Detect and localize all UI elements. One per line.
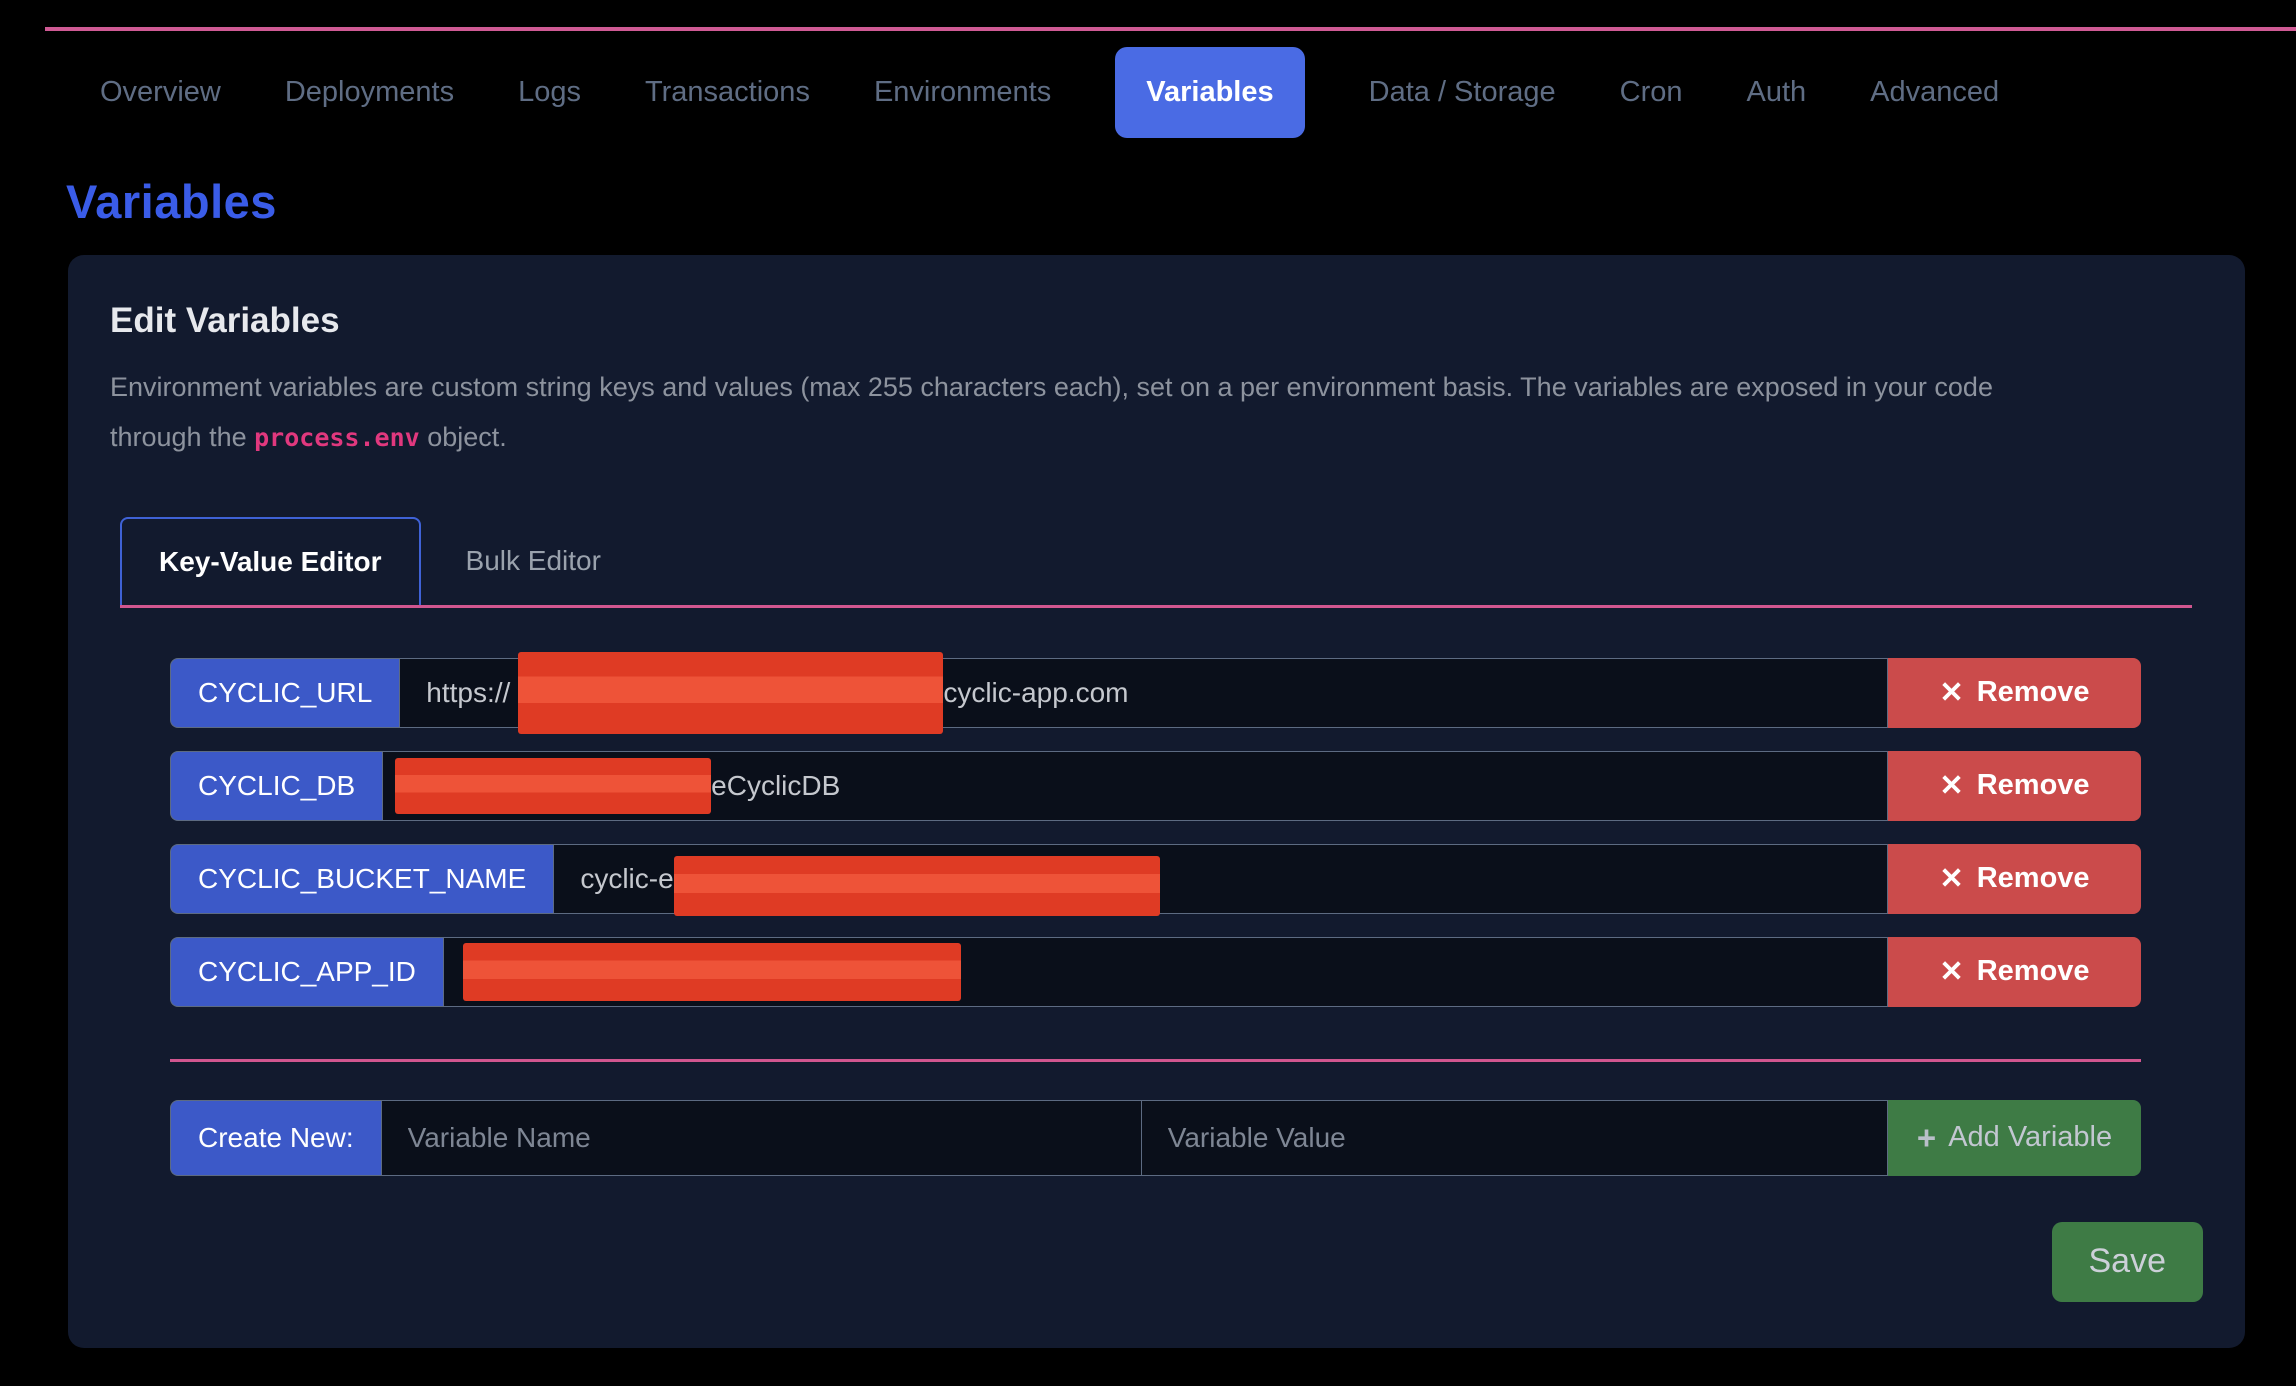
nav-item-deployments[interactable]: Deployments (285, 76, 454, 109)
x-icon: ✕ (1939, 954, 1963, 989)
redaction-box (518, 652, 943, 734)
nav-item-cron[interactable]: Cron (1620, 76, 1683, 109)
nav-item-logs[interactable]: Logs (518, 76, 581, 109)
variable-rows: CYCLIC_URL https:// cyclic-app.com ✕ Rem… (170, 658, 2141, 1007)
table-row: CYCLIC_URL https:// cyclic-app.com ✕ Rem… (170, 658, 2141, 728)
card-heading: Edit Variables (110, 301, 2203, 341)
section-divider (170, 1059, 2141, 1062)
variable-key-label: CYCLIC_DB (170, 751, 382, 821)
variable-name-input[interactable] (381, 1100, 1142, 1176)
variable-value-input[interactable] (1141, 1100, 1888, 1176)
variable-key-label: CYCLIC_APP_ID (170, 937, 443, 1007)
remove-button[interactable]: ✕ Remove (1888, 844, 2141, 914)
remove-button-label: Remove (1977, 769, 2090, 802)
remove-button-label: Remove (1977, 862, 2090, 895)
remove-button[interactable]: ✕ Remove (1888, 751, 2141, 821)
create-new-row: Create New: + Add Variable (170, 1100, 2141, 1176)
editor-tabs: Key-Value Editor Bulk Editor (120, 517, 2192, 608)
nav-item-advanced[interactable]: Advanced (1870, 76, 1999, 109)
save-row: Save (110, 1222, 2203, 1302)
x-icon: ✕ (1939, 675, 1963, 710)
create-new-label: Create New: (170, 1100, 381, 1176)
nav-item-transactions[interactable]: Transactions (645, 76, 810, 109)
page-title: Variables (66, 174, 2296, 229)
variable-value-field[interactable] (443, 937, 1888, 1007)
table-row: CYCLIC_BUCKET_NAME cyclic-e ✕ Remove (170, 844, 2141, 914)
add-variable-button[interactable]: + Add Variable (1888, 1100, 2141, 1176)
app-nav: Overview Deployments Logs Transactions E… (100, 44, 2296, 140)
table-row: CYCLIC_DB eCyclicDB ✕ Remove (170, 751, 2141, 821)
tab-bulk-editor[interactable]: Bulk Editor (421, 517, 646, 605)
x-icon: ✕ (1939, 861, 1963, 896)
tab-key-value-editor[interactable]: Key-Value Editor (120, 517, 421, 605)
process-env-code: process.env (254, 423, 420, 452)
nav-item-environments[interactable]: Environments (874, 76, 1051, 109)
variable-key-label: CYCLIC_BUCKET_NAME (170, 844, 553, 914)
value-text-suffix: eCyclicDB (711, 770, 840, 802)
value-text-prefix: cyclic-e (580, 863, 673, 895)
redaction-box (463, 943, 961, 1001)
x-icon: ✕ (1939, 768, 1963, 803)
variable-value-field[interactable]: cyclic-e (553, 844, 1888, 914)
table-row: CYCLIC_APP_ID ✕ Remove (170, 937, 2141, 1007)
card-description: Environment variables are custom string … (110, 363, 2075, 463)
nav-item-variables[interactable]: Variables (1115, 47, 1304, 138)
save-button[interactable]: Save (2052, 1222, 2204, 1302)
plus-icon: + (1917, 1119, 1936, 1157)
nav-item-overview[interactable]: Overview (100, 76, 221, 109)
nav-item-auth[interactable]: Auth (1746, 76, 1806, 109)
variable-key-label: CYCLIC_URL (170, 658, 399, 728)
remove-button-label: Remove (1977, 676, 2090, 709)
nav-item-data-storage[interactable]: Data / Storage (1369, 76, 1556, 109)
redaction-box (674, 856, 1160, 916)
top-accent-line (45, 27, 2296, 31)
edit-variables-card: Edit Variables Environment variables are… (68, 255, 2245, 1348)
remove-button-label: Remove (1977, 955, 2090, 988)
value-text-prefix: https:// (426, 677, 510, 709)
variable-value-field[interactable]: eCyclicDB (382, 751, 1888, 821)
remove-button[interactable]: ✕ Remove (1888, 658, 2141, 728)
variable-value-field[interactable]: https:// cyclic-app.com (399, 658, 1888, 728)
add-variable-label: Add Variable (1948, 1121, 2112, 1154)
description-text-after: object. (420, 422, 507, 452)
remove-button[interactable]: ✕ Remove (1888, 937, 2141, 1007)
redaction-box (395, 758, 711, 814)
value-text-suffix: cyclic-app.com (943, 677, 1128, 709)
